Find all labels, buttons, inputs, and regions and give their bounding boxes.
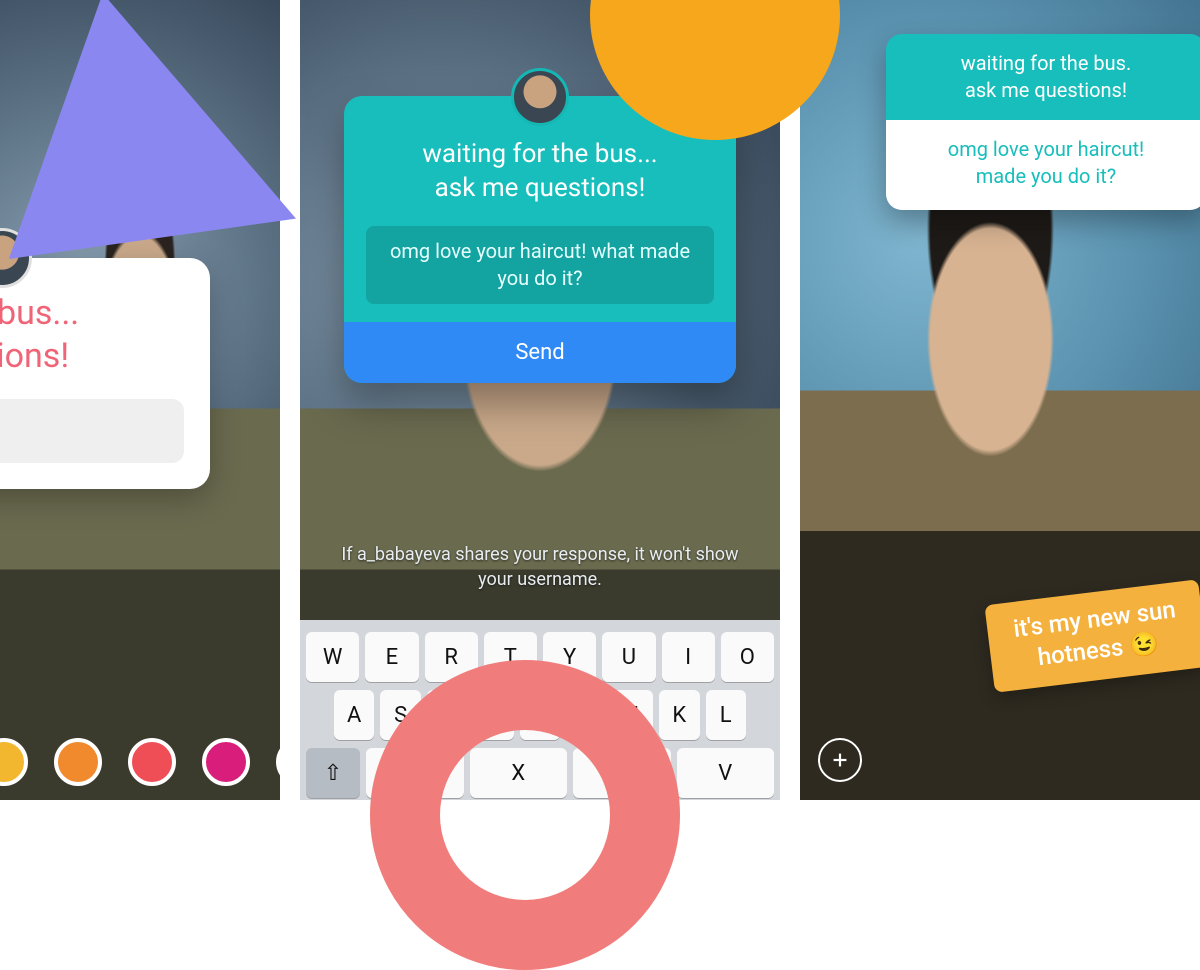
color-swatch[interactable]	[276, 738, 280, 786]
plus-icon	[829, 749, 851, 771]
send-button[interactable]: Send	[344, 322, 736, 383]
privacy-disclosure: If a_babayeva shares your response, it w…	[334, 542, 747, 592]
color-swatch[interactable]	[54, 738, 102, 786]
question-answer-card: waiting for the bus. ask me questions! o…	[886, 34, 1200, 210]
question-input[interactable]: mething...	[0, 399, 184, 463]
story-photo	[800, 160, 1200, 800]
keyboard-key[interactable]: K	[659, 690, 699, 740]
decorative-donut	[370, 660, 680, 970]
add-story-button[interactable]	[818, 738, 862, 782]
qa-question-line: ask me questions!	[965, 78, 1127, 102]
avatar	[511, 68, 569, 126]
question-prompt: r the bus... uestions!	[0, 292, 184, 377]
keyboard-key[interactable]: A	[334, 690, 374, 740]
question-prompt-line: uestions!	[0, 336, 69, 376]
question-input[interactable]: omg love your haircut! what made you do …	[366, 226, 714, 304]
question-sticker: waiting for the bus... ask me questions!…	[344, 96, 736, 383]
qa-question: waiting for the bus. ask me questions!	[886, 34, 1200, 120]
question-prompt-line: ask me questions!	[435, 173, 646, 203]
color-swatch[interactable]	[128, 738, 176, 786]
keyboard-key[interactable]: L	[706, 690, 746, 740]
qa-answer-line: made you do it?	[976, 164, 1116, 188]
keyboard-key[interactable]: E	[365, 632, 418, 682]
qa-answer: omg love your haircut! made you do it?	[886, 120, 1200, 210]
question-prompt-line: r the bus...	[0, 293, 79, 333]
story-panel-right: waiting for the bus. ask me questions! o…	[800, 0, 1200, 800]
question-prompt-line: waiting for the bus...	[422, 139, 657, 169]
qa-answer-line: omg love your haircut!	[948, 137, 1144, 161]
keyboard-key[interactable]: U	[602, 632, 655, 682]
color-picker-row	[0, 738, 280, 786]
keyboard-key[interactable]: O	[721, 632, 774, 682]
color-swatch[interactable]	[202, 738, 250, 786]
shift-key[interactable]: ⇧	[306, 748, 360, 798]
keyboard-key[interactable]: I	[662, 632, 715, 682]
decorative-triangle	[0, 0, 296, 259]
qa-question-line: waiting for the bus.	[961, 51, 1132, 75]
keyboard-key[interactable]: W	[306, 632, 359, 682]
question-sticker[interactable]: r the bus... uestions! mething...	[0, 258, 210, 489]
color-swatch[interactable]	[0, 738, 28, 786]
keyboard-key[interactable]: V	[677, 748, 775, 798]
